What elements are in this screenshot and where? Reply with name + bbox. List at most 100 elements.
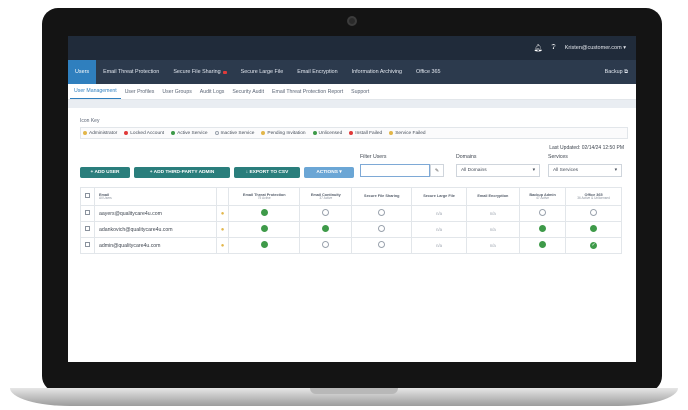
table-row[interactable]: adankovich@qualitycare4u.com ● n/a n/a — [80, 221, 622, 238]
add-third-party-admin-button[interactable]: + ADD THIRD-PARTY ADMIN — [134, 167, 230, 178]
table-row[interactable]: admin@qualitycare4u.com ● n/a n/a ✓ — [80, 237, 622, 254]
external-link-icon: ⧉ — [624, 68, 628, 75]
service-cell[interactable] — [565, 221, 622, 238]
col-email-encryption[interactable]: Email Encryption — [465, 187, 520, 206]
main-nav: Users Email Threat Protection Secure Fil… — [68, 60, 636, 84]
service-cell[interactable] — [565, 205, 622, 222]
active-service-icon — [590, 225, 598, 232]
tab-email-threat-protection[interactable]: Email Threat Protection — [96, 60, 166, 84]
subtab-audit-logs[interactable]: Audit Logs — [196, 84, 229, 99]
icon-key-item: Administrator — [83, 131, 117, 136]
bell-icon[interactable]: 🔔︎ — [534, 44, 543, 52]
user-email[interactable]: admin@qualitycare4u.com — [94, 237, 217, 254]
col-secure-large-file[interactable]: Secure Large File — [411, 187, 467, 206]
icon-key-label: Active Service — [177, 130, 208, 136]
lock-icon — [222, 70, 227, 74]
service-cell[interactable] — [351, 221, 413, 238]
select-all-checkbox[interactable] — [85, 193, 90, 199]
service-cell[interactable] — [518, 221, 567, 238]
user-email[interactable]: adankovich@qualitycare4u.com — [94, 221, 217, 238]
subtab-support[interactable]: Support — [347, 84, 373, 99]
tab-secure-file-sharing[interactable]: Secure File Sharing — [166, 60, 233, 84]
active-service-icon — [539, 225, 547, 232]
row-checkbox[interactable] — [85, 226, 90, 231]
add-user-button[interactable]: + ADD USER — [80, 167, 130, 178]
subtab-user-management[interactable]: User Management — [70, 84, 121, 99]
service-cell[interactable] — [299, 237, 353, 254]
inactive-service-icon — [539, 209, 547, 216]
user-email[interactable]: aayers@qualitycare4u.com — [94, 205, 217, 222]
inactive-service-icon — [378, 241, 386, 248]
inactive-service-icon — [590, 209, 598, 216]
tab-secure-large-file[interactable]: Secure Large File — [234, 60, 291, 84]
table-header-row: Email All Users Email Threat Protection 75… — [80, 187, 622, 206]
tab-office-365[interactable]: Office 365 — [409, 60, 447, 84]
laptop-base — [10, 388, 678, 406]
help-icon[interactable]: ❔︎ — [552, 44, 556, 52]
inactive-service-icon — [322, 209, 330, 216]
status-icon — [124, 131, 129, 135]
status-icon — [349, 131, 354, 135]
user-menu[interactable]: Kristen@customer.com ▾ — [565, 45, 626, 51]
na-label: n/a — [489, 226, 496, 232]
inactive-service-icon — [378, 209, 386, 216]
backup-link[interactable]: Backup ⧉ — [597, 60, 636, 84]
export-csv-button[interactable]: ↓ EXPORT TO CSV — [234, 167, 300, 178]
subtab-security-audit[interactable]: Security Audit — [228, 84, 268, 99]
app-screen: 🔔︎ ❔︎ Kristen@customer.com ▾ Users Email… — [68, 36, 636, 362]
service-cell[interactable] — [518, 205, 567, 222]
tab-users[interactable]: Users — [68, 60, 97, 84]
na-label: n/a — [436, 210, 442, 216]
laptop-notch — [310, 388, 398, 394]
active-service-icon — [322, 225, 330, 232]
status-icon — [83, 131, 87, 135]
col-secure-file-sharing[interactable]: Secure File Sharing — [351, 187, 413, 206]
search-button[interactable]: ✎ — [430, 164, 444, 177]
na-label: n/a — [489, 242, 496, 248]
icon-key-label: Inactive Service — [220, 130, 255, 136]
service-cell[interactable] — [351, 237, 413, 254]
filter-users-input[interactable] — [360, 164, 430, 177]
service-cell[interactable] — [227, 205, 301, 222]
main-content: Icon Key Administrator Locked Account Acti… — [68, 108, 636, 254]
filter-users-label: Filter Users — [360, 154, 387, 160]
chevron-down-icon: ▾ — [614, 168, 617, 173]
col-email-threat-protection[interactable]: Email Threat Protection 75 Active — [227, 187, 301, 206]
service-cell: n/a — [465, 205, 520, 222]
email-column-header[interactable]: Email All Users — [94, 187, 217, 206]
service-cell[interactable] — [351, 205, 413, 222]
tab-information-archiving[interactable]: Information Archiving — [345, 60, 409, 84]
row-checkbox[interactable] — [85, 242, 90, 247]
service-cell: n/a — [465, 221, 520, 238]
tab-email-encryption[interactable]: Email Encryption — [290, 60, 344, 84]
subtab-etp-report[interactable]: Email Threat Protection Report — [268, 84, 347, 99]
status-icon — [214, 131, 219, 135]
icon-key-item: Install Failed — [349, 131, 382, 136]
subtab-user-groups[interactable]: User Groups — [158, 84, 195, 99]
table-body: aayers@qualitycare4u.com ● n/a n/a adankovic… — [80, 205, 622, 254]
domains-select[interactable]: All Domains ▾ — [456, 164, 540, 177]
table-row[interactable]: aayers@qualitycare4u.com ● n/a n/a — [80, 205, 622, 222]
services-select[interactable]: All Services ▾ — [548, 164, 622, 177]
subtab-user-profiles[interactable]: User Profiles — [121, 84, 159, 99]
service-cell[interactable] — [227, 221, 301, 238]
col-email-continuity[interactable]: Email Continuity 37 Active — [299, 187, 353, 206]
service-cell[interactable] — [299, 221, 353, 238]
service-cell[interactable] — [299, 205, 353, 222]
row-checkbox[interactable] — [85, 210, 90, 215]
col-office-365[interactable]: Office 365 36 Active & Unlicensed — [565, 187, 622, 206]
icon-key-item: Service Failed — [389, 131, 426, 136]
col-backup-admin[interactable]: Backup Admin 47 Active — [518, 187, 567, 206]
chevron-down-icon: ▾ — [339, 170, 342, 175]
active-service-icon — [539, 241, 547, 248]
icon-key-item: Locked Account — [124, 131, 164, 136]
service-cell[interactable] — [518, 237, 567, 254]
service-cell: n/a — [411, 221, 467, 238]
service-cell[interactable] — [227, 237, 301, 254]
services-label: Services — [548, 154, 568, 160]
icon-key-label: Install Failed — [355, 130, 383, 136]
actions-dropdown[interactable]: ACTIONS ▾ — [304, 167, 354, 178]
service-cell: n/a — [411, 237, 467, 254]
service-cell[interactable]: ✓ — [565, 237, 622, 254]
active-service-icon — [260, 241, 268, 248]
